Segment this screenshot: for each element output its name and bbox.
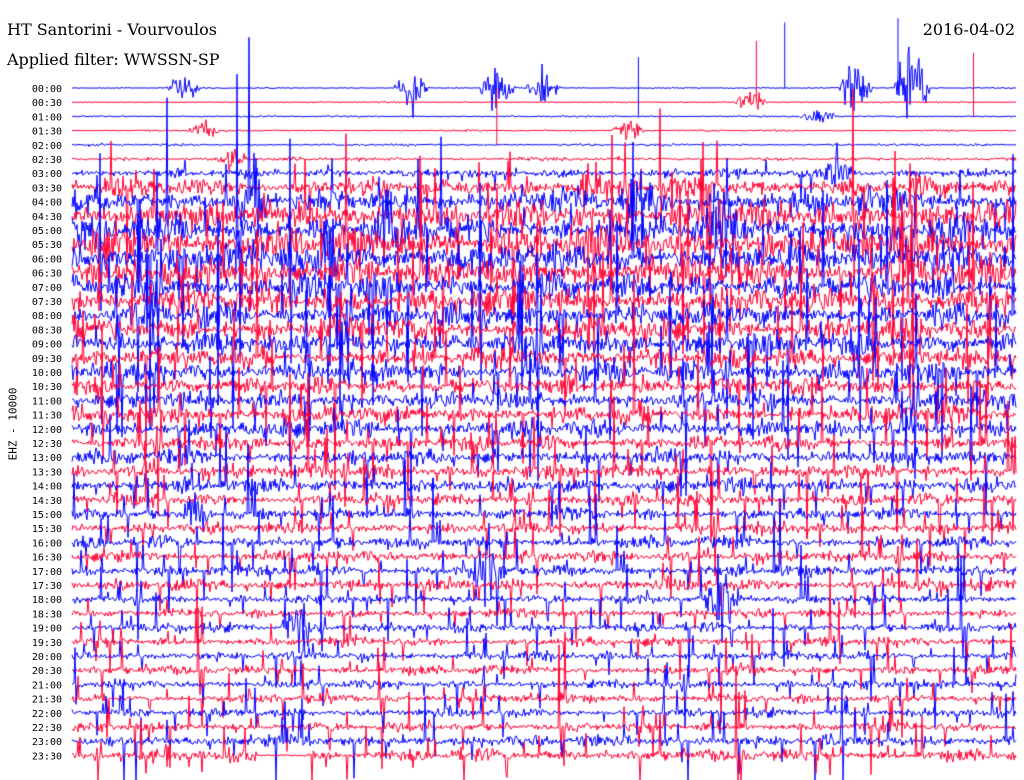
helicorder-plot [0, 0, 1024, 780]
station-title: HT Santorini - Vourvoulos [7, 20, 217, 39]
record-date: 2016-04-02 [922, 20, 1015, 39]
filter-label: Applied filter: WWSSN-SP [7, 50, 220, 69]
y-axis-label: EHZ - 10000 [6, 387, 20, 461]
